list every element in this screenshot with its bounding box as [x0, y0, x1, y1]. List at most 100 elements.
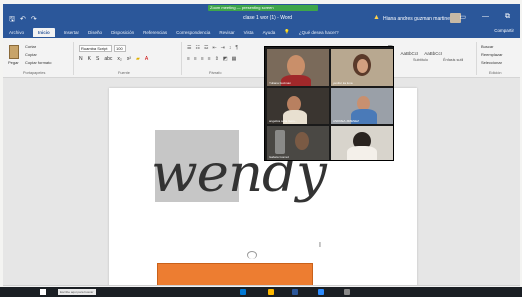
find-button[interactable]: Buscar: [481, 44, 503, 49]
align-right-icon[interactable]: ≡: [201, 56, 204, 62]
justify-icon[interactable]: ≡: [208, 56, 211, 62]
italic-button[interactable]: K: [88, 56, 91, 62]
participant-face: [295, 132, 309, 150]
increase-indent-icon[interactable]: ⇥: [221, 45, 225, 51]
tab-ayuda[interactable]: Ayuda: [263, 30, 276, 35]
divider: [476, 42, 477, 75]
font-name-select[interactable]: Ruamba Script: [79, 45, 112, 52]
superscript-button[interactable]: x²: [127, 56, 131, 62]
tab-revisar[interactable]: Revisar: [219, 30, 234, 35]
participant-face: [287, 55, 305, 77]
participant-tile[interactable]: Yuliana Guzman: [267, 49, 329, 86]
align-left-icon[interactable]: ≡: [187, 56, 190, 62]
edge-icon[interactable]: [240, 289, 246, 295]
font-size-select[interactable]: 100: [114, 45, 126, 52]
sort-icon[interactable]: ↕: [229, 45, 232, 51]
editing-group-label: Edición: [489, 71, 502, 75]
word-icon[interactable]: [292, 289, 298, 295]
participant-body: [347, 146, 377, 160]
format-painter-button[interactable]: Copiar formato: [25, 60, 51, 65]
zoom-share-banner[interactable]: Zoom meeting — presenting screen: [208, 5, 318, 11]
paste-icon[interactable]: [9, 45, 19, 59]
paragraph-row-1: ☰ ☷ ☲ ⇤ ⇥ ↕ ¶: [187, 45, 238, 51]
shape-outline[interactable]: [247, 251, 257, 259]
style-subtitle-sample[interactable]: AaBbCcI: [400, 51, 418, 56]
replace-button[interactable]: Reemplazar: [481, 52, 503, 57]
lightbulb-icon: 💡: [284, 29, 290, 34]
zoom-icon[interactable]: [318, 289, 324, 295]
show-marks-icon[interactable]: ¶: [235, 45, 238, 51]
highlight-icon[interactable]: ▰: [136, 56, 140, 62]
participant-tile[interactable]: yenifer ka luna: [331, 49, 393, 86]
participant-name: Isabela Gomez: [269, 155, 290, 159]
paragraph-row-2: ≡ ≡ ≡ ≡ ⇕ ◩ ▦: [187, 56, 236, 62]
zoom-banner-text: Zoom meeting — presenting screen: [210, 5, 274, 10]
document-area: wendy I: [3, 78, 520, 291]
share-button[interactable]: Compartir: [494, 28, 514, 33]
multilevel-list-icon[interactable]: ☲: [204, 45, 208, 51]
taskbar-search-input[interactable]: Escribe aquí para buscar: [58, 289, 96, 295]
windows-start-icon[interactable]: [40, 289, 46, 295]
user-name[interactable]: Hiana andres guzman martinez: [383, 16, 452, 22]
line-spacing-icon[interactable]: ⇕: [215, 56, 219, 62]
tab-referencias[interactable]: Referencias: [143, 30, 167, 35]
ribbon: Pegar Cortar Copiar Copiar formato Porta…: [3, 38, 520, 78]
tab-vista[interactable]: Vista: [244, 30, 254, 35]
style-name: Énfasis sutil: [443, 58, 464, 62]
ribbon-options-button[interactable]: ▭: [459, 13, 466, 21]
participant-name: ANDREA JIMENEZ: [333, 119, 360, 123]
font-color-icon[interactable]: A: [145, 56, 148, 62]
restore-button[interactable]: ⧉: [505, 13, 510, 21]
copy-button[interactable]: Copiar: [25, 52, 51, 57]
style-emphasis-sample[interactable]: AaBbCcI: [424, 51, 442, 56]
align-center-icon[interactable]: ≡: [194, 56, 197, 62]
participant-tile[interactable]: angelica sofia Gom...: [267, 88, 329, 124]
save-icon[interactable]: 🖫: [9, 15, 15, 26]
borders-icon[interactable]: ▦: [232, 56, 237, 62]
tab-disposicion[interactable]: Disposición: [111, 30, 134, 35]
tab-insertar[interactable]: Insertar: [64, 30, 79, 35]
participant-name: angelica sofia Gom...: [269, 119, 298, 123]
divider: [73, 42, 74, 75]
subscript-button[interactable]: x₂: [117, 56, 121, 62]
participant-face: [357, 59, 368, 73]
paragraph-group-label: Párrafo: [209, 71, 222, 75]
shading-icon[interactable]: ◩: [223, 56, 228, 62]
window-controls: ▭ — ⧉: [459, 13, 510, 21]
underline-button[interactable]: S: [96, 56, 99, 62]
tab-archivo[interactable]: Archivo: [9, 30, 24, 35]
title-bar: Zoom meeting — presenting screen 🖫 ↶ ↷ c…: [3, 4, 520, 26]
numbering-icon[interactable]: ☷: [195, 45, 199, 51]
tab-inicio[interactable]: Inicio: [33, 27, 55, 37]
participant-tile[interactable]: ANDREA JIMENEZ: [331, 88, 393, 124]
app-icon[interactable]: [344, 289, 350, 295]
photo-frame: Zoom meeting — presenting screen 🖫 ↶ ↷ c…: [0, 0, 522, 297]
file-explorer-icon[interactable]: [268, 289, 274, 295]
bold-button[interactable]: N: [79, 56, 83, 62]
participant-name: Yuliana Guzman: [269, 81, 292, 85]
warning-icon: ▲: [373, 14, 380, 21]
bullets-icon[interactable]: ☰: [187, 45, 191, 51]
cut-button[interactable]: Cortar: [25, 44, 51, 49]
redo-icon[interactable]: ↷: [31, 15, 37, 26]
decrease-indent-icon[interactable]: ⇤: [212, 45, 216, 51]
editing-actions: Buscar Reemplazar Seleccionar: [481, 44, 503, 65]
select-button[interactable]: Seleccionar: [481, 60, 503, 65]
tab-diseno[interactable]: Diseño: [88, 30, 102, 35]
strikethrough-button[interactable]: abc: [104, 56, 112, 62]
document-title: clase 1 wor (1) - Word: [243, 15, 293, 21]
paste-button[interactable]: Pegar: [8, 60, 19, 65]
ribbon-tabs: Archivo Inicio Insertar Diseño Disposici…: [3, 26, 520, 38]
tab-correspondencia[interactable]: Correspondencia: [176, 30, 210, 35]
quick-access-toolbar: 🖫 ↶ ↷: [9, 15, 37, 26]
screen: Zoom meeting — presenting screen 🖫 ↶ ↷ c…: [3, 4, 520, 291]
minimize-button[interactable]: —: [482, 13, 489, 21]
taskbar: Escribe aquí para buscar: [0, 287, 522, 297]
undo-icon[interactable]: ↶: [20, 15, 26, 26]
divider: [181, 42, 182, 75]
participant-tile[interactable]: Isabela Gomez: [267, 126, 329, 160]
participant-tile[interactable]: [331, 126, 393, 160]
clipboard-group-label: Portapapeles: [23, 71, 46, 75]
tell-me-search[interactable]: ¿Qué desea hacer?: [299, 30, 339, 35]
video-call-gallery[interactable]: Yuliana Guzman yenifer ka luna angelica …: [264, 46, 394, 161]
